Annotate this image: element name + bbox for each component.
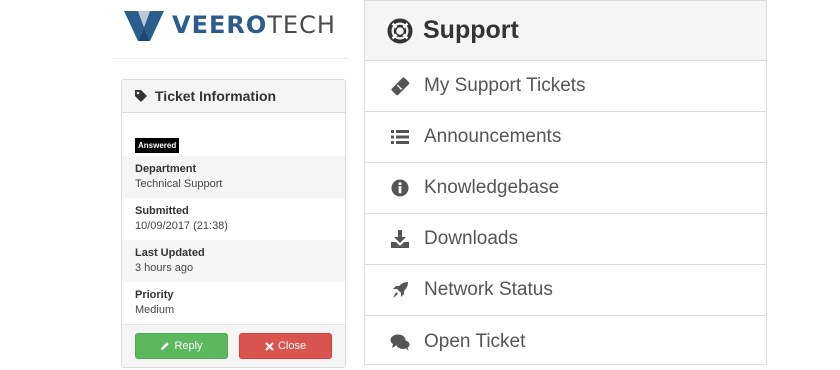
menu-item-open-ticket[interactable]: Open Ticket [365,316,766,364]
close-button[interactable]: Close [239,333,332,359]
support-title: Support [423,16,519,44]
submitted-label: Submitted [135,205,189,217]
menu-label: Network Status [424,279,553,300]
tag-icon [134,89,148,103]
support-panel: Support My Support Tickets Announcements… [364,0,767,365]
reply-button[interactable]: Reply [135,333,228,359]
logo-text-secondary: TECH [267,11,336,39]
menu-label: Downloads [424,228,518,249]
menu-item-knowledgebase[interactable]: Knowledgebase [365,163,766,214]
menu-item-network-status[interactable]: Network Status [365,265,766,316]
last-updated-row: Last Updated 3 hours ago [122,240,345,282]
menu-item-announcements[interactable]: Announcements [365,112,766,163]
logo-divider [112,58,348,59]
menu-label: Open Ticket [424,330,526,352]
ticket-actions: Reply Close [122,324,345,367]
menu-item-downloads[interactable]: Downloads [365,214,766,265]
ticket-info-panel: Ticket Information Answered Department T… [121,79,346,368]
last-updated-label: Last Updated [135,247,205,259]
support-heading: Support [365,1,766,61]
ticket-info-title: Ticket Information [155,88,277,104]
list-icon [389,126,411,148]
ticket-status-row: Answered [122,113,345,156]
menu-label: Announcements [424,126,562,147]
ticket-icon [389,75,411,97]
close-label: Close [277,340,307,352]
priority-value: Medium [135,304,175,316]
status-badge: Answered [135,138,180,153]
department-value: Technical Support [135,178,223,190]
last-updated-value: 3 hours ago [135,262,194,274]
ticket-info-heading: Ticket Information [122,80,345,113]
comments-icon [389,331,411,353]
logo-text-primary: VEERO [172,11,268,39]
info-circle-icon [389,177,411,199]
life-ring-icon [387,18,413,44]
menu-label: Knowledgebase [424,177,560,198]
pencil-icon [160,341,170,351]
reply-label: Reply [174,340,203,352]
submitted-row: Submitted 10/09/2017 (21:38) [122,198,345,240]
priority-label: Priority [135,289,174,301]
menu-item-my-support-tickets[interactable]: My Support Tickets [365,61,766,112]
department-label: Department [135,163,197,175]
menu-label: My Support Tickets [424,75,586,96]
logo-wordmark: VEEROTECH [172,13,336,37]
brand-logo[interactable]: VEEROTECH [122,6,336,44]
department-row: Department Technical Support [122,156,345,198]
priority-row: Priority Medium [122,282,345,324]
close-icon [265,341,274,351]
download-icon [389,228,411,250]
logo-mark-icon [124,11,164,41]
submitted-value: 10/09/2017 (21:38) [135,220,228,232]
rocket-icon [389,279,411,301]
